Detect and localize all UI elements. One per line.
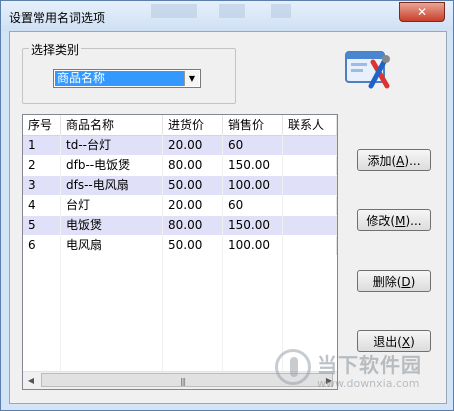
- column-divider: [60, 135, 61, 371]
- close-button[interactable]: ✕: [399, 2, 445, 22]
- edit-button[interactable]: 修改(M)...: [357, 209, 431, 231]
- column-divider: [222, 135, 223, 371]
- cell-sell-price: 100.00: [223, 176, 283, 195]
- cell-no: 4: [23, 196, 61, 215]
- cell-buy-price: 80.00: [163, 216, 223, 235]
- watermark-logo-icon: [275, 349, 311, 385]
- watermark: 当下软件园 www.downxia.com: [275, 347, 445, 401]
- cell-contact: [283, 136, 337, 155]
- column-header-name[interactable]: 商品名称: [61, 115, 163, 135]
- category-selected-value: 商品名称: [55, 71, 184, 86]
- table-row[interactable]: 3 dfs--电风扇 50.00 100.00: [23, 176, 337, 195]
- cell-sell-price: 60: [223, 136, 283, 155]
- cell-sell-price: 60: [223, 196, 283, 215]
- category-groupbox: 选择类别 商品名称 ▼: [22, 41, 236, 104]
- delete-button-suffix: ): [410, 275, 416, 289]
- cell-buy-price: 50.00: [163, 236, 223, 255]
- background-ghost: [271, 4, 291, 18]
- cell-buy-price: 50.00: [163, 176, 223, 195]
- cell-no: 1: [23, 136, 61, 155]
- table-row[interactable]: 2 dfb--电饭煲 80.00 150.00: [23, 156, 337, 175]
- column-header-sell-price[interactable]: 销售价: [223, 115, 283, 135]
- table-row[interactable]: 1 td--台灯 20.00 60: [23, 136, 337, 155]
- cell-contact: [283, 176, 337, 195]
- scroll-left-icon[interactable]: ◀: [23, 372, 39, 389]
- edit-button-key: M: [395, 214, 406, 228]
- dialog-window: 设置常用名词选项 ✕ 选择类别 商品名称 ▼ 序号 商品名称 进货价 销售价 联…: [0, 0, 454, 411]
- column-header-contact[interactable]: 联系人: [283, 115, 337, 135]
- background-ghost: [151, 4, 197, 18]
- table-header: 序号 商品名称 进货价 销售价 联系人: [23, 115, 337, 136]
- cell-name: td--台灯: [61, 136, 163, 155]
- watermark-text: 当下软件园: [317, 353, 422, 377]
- table-row[interactable]: 5 电饭煲 80.00 150.00: [23, 216, 337, 235]
- column-divider: [282, 135, 283, 371]
- category-dropdown[interactable]: 商品名称 ▼: [53, 69, 201, 88]
- cell-contact: [283, 196, 337, 215]
- cell-sell-price: 150.00: [223, 156, 283, 175]
- table-row[interactable]: 4 台灯 20.00 60: [23, 196, 337, 215]
- chevron-down-icon[interactable]: ▼: [184, 71, 199, 86]
- cell-buy-price: 20.00: [163, 196, 223, 215]
- window-title: 设置常用名词选项: [9, 11, 106, 25]
- delete-button-label: 删除(: [372, 275, 402, 289]
- cell-sell-price: 150.00: [223, 216, 283, 235]
- title-bar: 设置常用名词选项 ✕: [1, 1, 453, 31]
- add-button-suffix: )...: [404, 154, 421, 168]
- cell-contact: [283, 156, 337, 175]
- cell-buy-price: 20.00: [163, 136, 223, 155]
- watermark-url: www.downxia.com: [317, 377, 420, 390]
- cell-name: 台灯: [61, 196, 163, 215]
- table-row[interactable]: 6 电风扇 50.00 100.00: [23, 236, 337, 255]
- delete-button[interactable]: 删除(D): [357, 270, 431, 292]
- add-button-label: 添加(: [367, 154, 397, 168]
- cell-name: 电风扇: [61, 236, 163, 255]
- cell-no: 2: [23, 156, 61, 175]
- delete-button-key: D: [401, 275, 411, 289]
- edit-button-label: 修改(: [366, 214, 396, 228]
- grip-icon: |||: [180, 377, 186, 386]
- tools-settings-icon: [345, 51, 390, 89]
- column-header-buy-price[interactable]: 进货价: [163, 115, 223, 135]
- background-ghost: [219, 4, 245, 18]
- column-divider: [162, 135, 163, 371]
- dialog-body: 选择类别 商品名称 ▼ 序号 商品名称 进货价 销售价 联系人 1td--台灯: [9, 31, 447, 404]
- cell-sell-price: 100.00: [223, 236, 283, 255]
- cell-contact: [283, 216, 337, 235]
- cell-no: 3: [23, 176, 61, 195]
- edit-button-suffix: )...: [405, 214, 422, 228]
- column-header-no[interactable]: 序号: [23, 115, 61, 135]
- cell-no: 5: [23, 216, 61, 235]
- cell-buy-price: 80.00: [163, 156, 223, 175]
- cell-contact: [283, 236, 337, 255]
- cell-name: dfb--电饭煲: [61, 156, 163, 175]
- cell-no: 6: [23, 236, 61, 255]
- cell-name: 电饭煲: [61, 216, 163, 235]
- cell-name: dfs--电风扇: [61, 176, 163, 195]
- category-group-label: 选择类别: [29, 41, 82, 58]
- add-button[interactable]: 添加(A)...: [357, 149, 431, 171]
